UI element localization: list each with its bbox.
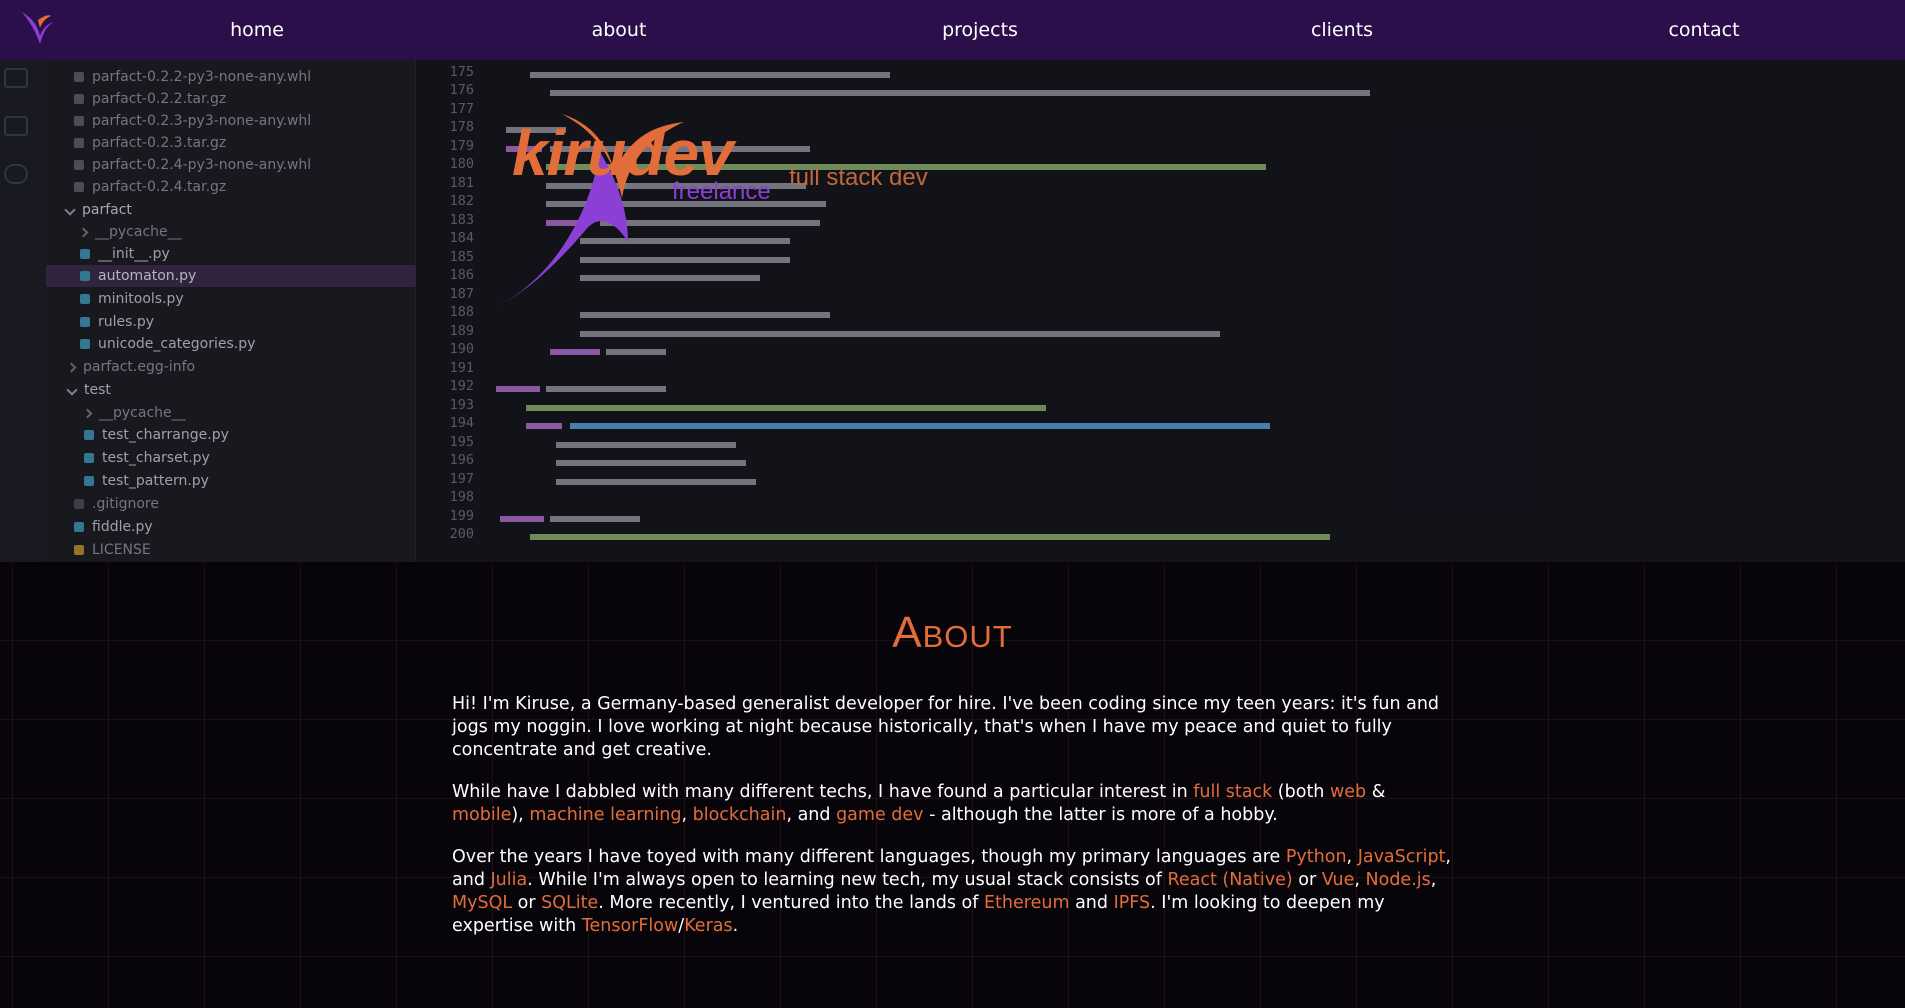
nav-projects-link[interactable]: projects <box>942 0 1018 60</box>
ipfs-link[interactable]: IPFS <box>1114 893 1151 913</box>
about-heading: About <box>892 608 1013 657</box>
julia-link[interactable]: Julia <box>491 870 528 890</box>
about-section: About Hi! I'm Kiruse, a Germany-based ge… <box>0 562 1905 1008</box>
nodejs-link[interactable]: Node.js <box>1366 870 1431 890</box>
mysql-link[interactable]: MySQL <box>452 893 512 913</box>
mobile-link[interactable]: mobile <box>452 805 511 825</box>
machine-learning-link[interactable]: machine learning <box>529 805 681 825</box>
top-nav: home about projects clients contact <box>0 0 1905 60</box>
game-dev-link[interactable]: game dev <box>836 805 923 825</box>
sqlite-link[interactable]: SQLite <box>541 893 598 913</box>
hero-banner: parfact-0.2.2-py3-none-any.whl parfact-0… <box>0 60 1905 562</box>
ethereum-link[interactable]: Ethereum <box>984 893 1070 913</box>
nav-clients-link[interactable]: clients <box>1311 0 1373 60</box>
about-paragraph-1: Hi! I'm Kiruse, a Germany-based generali… <box>452 694 1440 760</box>
nav-about-link[interactable]: about <box>592 0 647 60</box>
about-paragraph-3: Over the years I have toyed with many di… <box>452 847 1451 936</box>
nav-home-link[interactable]: home <box>230 0 284 60</box>
about-paragraph-2: While have I dabbled with many different… <box>452 782 1386 825</box>
blockchain-link[interactable]: blockchain <box>693 805 787 825</box>
react-native-link[interactable]: React (Native) <box>1167 870 1292 890</box>
javascript-link[interactable]: JavaScript <box>1358 847 1446 867</box>
brand-subtitle: freelance <box>672 178 771 205</box>
brand-tagline: full stack dev <box>789 164 928 191</box>
web-link[interactable]: web <box>1330 782 1366 802</box>
keras-link[interactable]: Keras <box>684 916 732 936</box>
full-stack-link[interactable]: full stack <box>1193 782 1272 802</box>
brand-logo: kirudev freelance full stack dev <box>488 112 968 322</box>
python-link[interactable]: Python <box>1286 847 1347 867</box>
swallow-logo-icon[interactable] <box>18 10 58 50</box>
about-body: Hi! I'm Kiruse, a Germany-based generali… <box>452 693 1454 957</box>
vue-link[interactable]: Vue <box>1322 870 1355 890</box>
nav-contact-link[interactable]: contact <box>1668 0 1739 60</box>
tensorflow-link[interactable]: TensorFlow <box>582 916 679 936</box>
